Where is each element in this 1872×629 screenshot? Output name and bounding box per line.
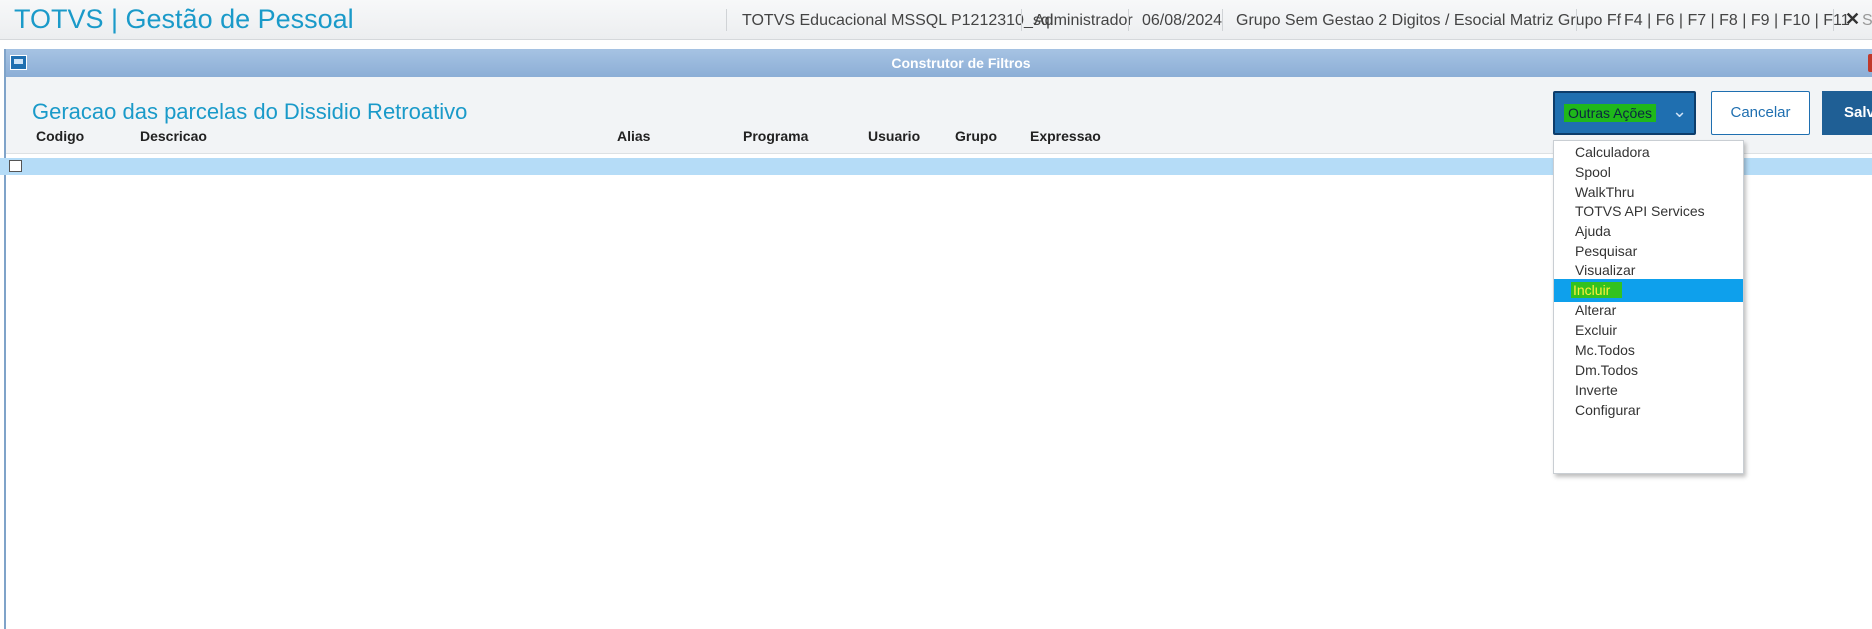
menu-item-label: Ajuda <box>1575 223 1611 239</box>
menu-item-label: Inverte <box>1575 382 1618 398</box>
dialog-titlebar[interactable]: Construtor de Filtros <box>6 49 1872 77</box>
column-header-grupo[interactable]: Grupo <box>955 128 997 144</box>
page-title: Geracao das parcelas do Dissidio Retroat… <box>32 99 468 124</box>
menu-item-configurar[interactable]: Configurar <box>1554 399 1743 422</box>
menu-item-label: Visualizar <box>1575 262 1636 278</box>
app-header: TOTVS | Gestão de Pessoal TOTVS Educacio… <box>0 0 1872 40</box>
menu-item-label: Excluir <box>1575 322 1618 338</box>
other-actions-button[interactable]: Outras Ações ⌄ <box>1553 91 1696 135</box>
menu-item-label: TOTVS API Services <box>1575 203 1705 219</box>
shortcut-keys[interactable]: F4 | F6 | F7 | F8 | F9 | F10 | F11 <box>1624 12 1850 30</box>
menu-item-label: Dm.Todos <box>1575 362 1639 378</box>
close-icon[interactable]: ✕ <box>1845 9 1860 30</box>
save-button[interactable]: Salvar <box>1822 91 1872 135</box>
company-label[interactable]: Grupo Sem Gestao 2 Digitos / Esocial Mat… <box>1236 12 1621 30</box>
column-header-alias[interactable]: Alias <box>617 128 650 144</box>
dialog-title: Construtor de Filtros <box>891 55 1031 71</box>
menu-item-label: WalkThru <box>1575 184 1635 200</box>
header-separator <box>1128 9 1129 31</box>
header-separator <box>1222 9 1223 31</box>
menu-item-label: Incluir <box>1571 282 1623 298</box>
chevron-down-icon: ⌄ <box>1672 101 1688 121</box>
column-header-descricao[interactable]: Descricao <box>140 128 207 144</box>
header-separator <box>1833 9 1834 31</box>
header-separator <box>1576 9 1577 31</box>
menu-item-label: Mc.Todos <box>1575 342 1635 358</box>
cancel-button[interactable]: Cancelar <box>1711 91 1810 135</box>
header-separator <box>726 9 727 31</box>
header-cut-text: S <box>1862 12 1872 29</box>
menu-item-label: Spool <box>1575 164 1611 180</box>
dialog-close-icon[interactable] <box>1868 54 1872 72</box>
menu-item-label: Alterar <box>1575 302 1617 318</box>
date-label[interactable]: 06/08/2024 <box>1142 12 1222 30</box>
environment-label: TOTVS Educacional MSSQL P1212310_sql <box>742 12 1054 29</box>
column-header-expressao[interactable]: Expressao <box>1030 128 1101 144</box>
column-header-codigo[interactable]: Codigo <box>36 128 84 144</box>
column-header-usuario[interactable]: Usuario <box>868 128 920 144</box>
user-label[interactable]: Administrador <box>1034 12 1133 30</box>
menu-item-label: Configurar <box>1575 402 1641 418</box>
row-checkbox[interactable] <box>9 160 22 172</box>
header-separator <box>1021 9 1022 31</box>
app-title: TOTVS | Gestão de Pessoal <box>14 4 354 34</box>
menu-item-label: Pesquisar <box>1575 243 1638 259</box>
other-actions-menu: Calculadora Spool WalkThru TOTVS API Ser… <box>1553 140 1744 474</box>
column-header-programa[interactable]: Programa <box>743 128 808 144</box>
other-actions-label: Outras Ações <box>1564 104 1657 122</box>
menu-item-label: Calculadora <box>1575 144 1650 160</box>
